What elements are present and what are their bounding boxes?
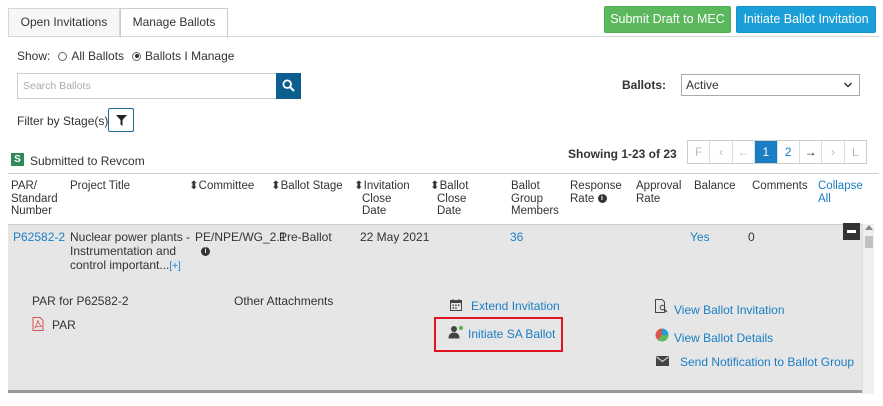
pager-page-2[interactable]: 2 <box>778 141 800 163</box>
scroll-thumb[interactable] <box>865 236 873 248</box>
col-approval-rate[interactable]: Approval Rate <box>636 180 681 205</box>
tab-bar: Open Invitations Manage Ballots <box>8 8 228 38</box>
pager-prev[interactable]: ‹ <box>710 141 733 163</box>
envelope-icon <box>656 356 669 366</box>
radio-all-ballots[interactable] <box>58 51 68 61</box>
grid-top-border <box>8 173 879 174</box>
col-group-members[interactable]: Ballot Group Members <box>511 180 559 218</box>
pager-page-1[interactable]: 1 <box>755 141 778 163</box>
col-ballot-stage[interactable]: ⬍Ballot Stage <box>271 180 343 193</box>
radio-ballots-i-manage-label[interactable]: Ballots I Manage <box>145 49 234 63</box>
col-response-rate[interactable]: Response Rate i <box>570 180 622 205</box>
ballots-label: Ballots: <box>622 78 667 92</box>
view-ballot-invitation-link[interactable]: View Ballot Invitation <box>674 303 785 317</box>
collapse-row-button[interactable] <box>843 223 860 240</box>
pdf-icon <box>32 317 44 331</box>
comments-value: 0 <box>748 230 755 244</box>
ballots-select[interactable]: Active <box>681 74 860 96</box>
invitation-close-value: 22 May 2021 <box>360 230 430 244</box>
show-label: Show: <box>17 49 51 63</box>
view-ballot-details-link[interactable]: View Ballot Details <box>674 331 773 345</box>
scroll-up-icon[interactable] <box>865 225 873 230</box>
group-members-link[interactable]: 36 <box>510 230 523 244</box>
other-attachments-label: Other Attachments <box>234 294 334 308</box>
pager-last[interactable]: L <box>845 141 866 163</box>
send-notification-link[interactable]: Send Notification to Ballot Group <box>680 355 854 369</box>
extend-invitation-link[interactable]: Extend Invitation <box>471 299 560 313</box>
status-badge: S <box>11 153 24 166</box>
col-par[interactable]: PAR/Standard Number <box>11 180 58 218</box>
pager: F ‹ ← 1 2 → › L <box>687 140 867 164</box>
tab-manage-ballots[interactable]: Manage Ballots <box>120 8 228 38</box>
project-title: Nuclear power plants - Instrumentation a… <box>70 230 191 272</box>
col-project-title[interactable]: Project Title <box>70 180 130 193</box>
pager-next[interactable]: › <box>822 141 845 163</box>
search-input[interactable]: Search Ballots <box>17 73 276 99</box>
filter-stage-button[interactable] <box>108 108 134 132</box>
document-search-icon <box>655 299 668 313</box>
col-ballot-close[interactable]: ⬍Ballot Close Date <box>430 180 468 218</box>
par-for-label: PAR for P62582-2 <box>32 294 129 308</box>
tab-open-invitations[interactable]: Open Invitations <box>8 8 120 36</box>
balance-link[interactable]: Yes <box>690 230 710 244</box>
status-label: Submitted to Revcom <box>30 154 145 168</box>
filter-stage-label: Filter by Stage(s) <box>17 114 109 128</box>
info-icon[interactable]: i <box>201 247 210 257</box>
col-comments[interactable]: Comments <box>752 180 808 193</box>
info-icon: i <box>597 193 607 203</box>
search-button[interactable] <box>276 73 301 99</box>
calendar-icon <box>450 299 462 311</box>
collapse-all-link[interactable]: Collapse All <box>818 180 863 205</box>
par-file-link[interactable]: PAR <box>52 318 76 332</box>
pager-forward[interactable]: → <box>800 141 823 163</box>
expand-title-link[interactable]: [+] <box>169 261 180 272</box>
chevron-down-icon <box>843 82 853 88</box>
tab-divider <box>8 36 879 37</box>
ballot-stage-value: Pre-Ballot <box>279 230 332 244</box>
submit-draft-button[interactable]: Submit Draft to MEC <box>604 6 731 33</box>
par-number-link[interactable]: P62582-2 <box>13 230 65 244</box>
col-committee[interactable]: ⬍Committee <box>189 180 254 193</box>
initiate-invitation-button[interactable]: Initiate Ballot Invitation <box>736 6 876 33</box>
radio-ballots-i-manage[interactable] <box>132 51 142 61</box>
show-filter: Show: All Ballots Ballots I Manage <box>17 48 234 64</box>
showing-count: Showing 1-23 of 23 <box>568 147 677 161</box>
pager-first[interactable]: F <box>688 141 711 163</box>
ballots-select-value: Active <box>686 78 719 92</box>
highlight-box <box>434 317 563 352</box>
col-invitation-close[interactable]: ⬍Invitation Close Date <box>354 180 410 218</box>
radio-all-ballots-label[interactable]: All Ballots <box>71 49 124 63</box>
pager-back[interactable]: ← <box>733 141 756 163</box>
search-icon <box>282 79 295 92</box>
pie-chart-icon <box>655 328 669 342</box>
committee-value: PE/NPE/WG_2.1 i <box>195 230 287 257</box>
row-bottom-border <box>8 390 862 393</box>
col-balance[interactable]: Balance <box>694 180 736 193</box>
scrollbar[interactable] <box>862 224 874 394</box>
funnel-icon <box>116 115 127 126</box>
